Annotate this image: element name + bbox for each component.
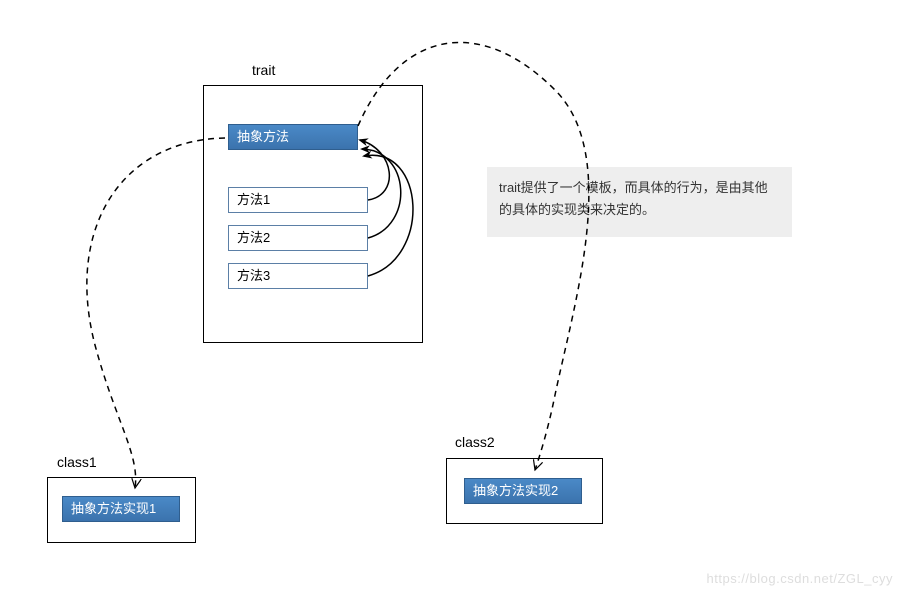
method3-box: 方法3 [228, 263, 368, 289]
class2-impl-box: 抽象方法实现2 [464, 478, 582, 504]
method1-box: 方法1 [228, 187, 368, 213]
class1-impl-box: 抽象方法实现1 [62, 496, 180, 522]
abstract-method-box: 抽象方法 [228, 124, 358, 150]
description-note: trait提供了一个模板，而具体的行为，是由其他的具体的实现类来决定的。 [487, 167, 792, 237]
watermark-text: https://blog.csdn.net/ZGL_cyy [707, 571, 893, 586]
class2-title: class2 [455, 434, 495, 450]
class1-title: class1 [57, 454, 97, 470]
method2-box: 方法2 [228, 225, 368, 251]
trait-title: trait [252, 62, 275, 78]
